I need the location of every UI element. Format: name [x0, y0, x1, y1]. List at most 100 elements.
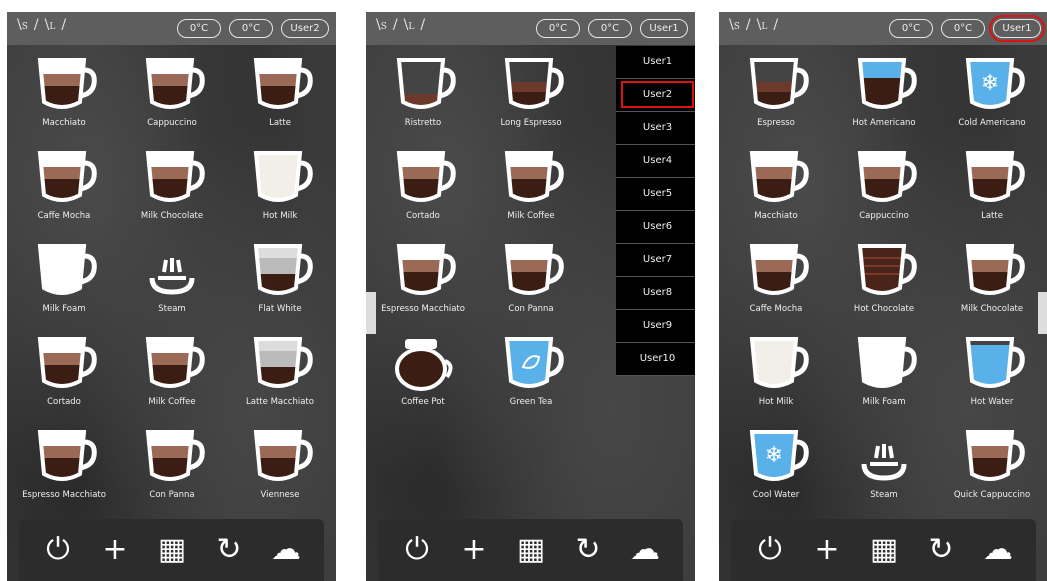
drink-label: Espresso Macchiato — [22, 490, 106, 500]
drink-label: Latte Macchiato — [246, 397, 314, 407]
drink-item[interactable]: Hot Milk — [721, 331, 831, 421]
drink-item[interactable]: Ristretto — [368, 52, 478, 142]
milk-coffee-icon — [117, 331, 227, 393]
cup-size-1-icon[interactable]: \L / — [45, 17, 66, 33]
drink-item[interactable]: Steam — [117, 238, 227, 328]
cup-size-0-icon[interactable]: \S / — [729, 17, 751, 33]
power-icon[interactable]: ⏻ — [751, 531, 789, 569]
drink-label: Hot Water — [970, 397, 1014, 407]
user-option[interactable]: User1 — [616, 46, 695, 79]
prev-page-arrow[interactable] — [366, 292, 376, 334]
drink-item[interactable]: Latte Macchiato — [225, 331, 335, 421]
drink-item[interactable]: Espresso Macchiato — [368, 238, 478, 328]
cup-size-1-icon[interactable]: \L / — [404, 17, 425, 33]
drink-label: Long Espresso — [500, 118, 562, 128]
steam-icon — [829, 424, 939, 486]
top-bar: \S / \L/0°C 0°C User2 — [7, 12, 336, 45]
drink-item[interactable]: Milk Coffee — [117, 331, 227, 421]
drink-item[interactable]: Macchiato — [9, 52, 119, 142]
power-icon[interactable]: ⏻ — [398, 531, 436, 569]
drink-item[interactable]: Espresso — [721, 52, 831, 142]
user-button[interactable]: User1 — [640, 19, 688, 38]
drink-item[interactable]: Hot Water — [937, 331, 1047, 421]
drink-item[interactable]: Long Espresso — [476, 52, 586, 142]
drink-label: Milk Chocolate — [140, 211, 204, 221]
drink-item[interactable]: Con Panna — [117, 424, 227, 514]
temp-2-badge[interactable]: 0°C — [229, 19, 273, 38]
grid-icon[interactable]: ▦ — [153, 531, 191, 569]
rinse-icon[interactable]: ↻ — [210, 531, 248, 569]
cup-size-0-icon[interactable]: \S / — [17, 17, 39, 33]
drink-item[interactable]: Flat White — [225, 238, 335, 328]
drink-label: Milk Foam — [42, 304, 86, 314]
drink-item[interactable]: Cappuccino — [829, 145, 939, 235]
user-button[interactable]: User1 — [989, 15, 1045, 42]
drink-label: Steam — [158, 304, 186, 314]
plus-icon[interactable]: + — [808, 531, 846, 569]
drink-item[interactable]: Milk Chocolate — [117, 145, 227, 235]
plus-icon[interactable]: + — [455, 531, 493, 569]
milk-foam-icon — [829, 331, 939, 393]
user-option[interactable]: User6 — [616, 211, 695, 244]
drink-item[interactable]: Milk Coffee — [476, 145, 586, 235]
drink-item[interactable]: Milk Foam — [829, 331, 939, 421]
cup-size-1-icon[interactable]: \L / — [757, 17, 778, 33]
grid-icon[interactable]: ▦ — [865, 531, 903, 569]
espresso-icon — [721, 52, 831, 114]
drink-item[interactable]: ❄ Cool Water — [721, 424, 831, 514]
user-option[interactable]: User10 — [616, 343, 695, 376]
user-option[interactable]: User8 — [616, 277, 695, 310]
user-option[interactable]: User4 — [616, 145, 695, 178]
drink-item[interactable]: Green Tea — [476, 331, 586, 421]
drink-label: Green Tea — [509, 397, 553, 407]
drink-item[interactable]: Hot Milk — [225, 145, 335, 235]
drink-item[interactable]: Steam — [829, 424, 939, 514]
plus-icon[interactable]: + — [96, 531, 134, 569]
cup-size-selector[interactable]: \S / \L / — [17, 17, 72, 33]
rinse-icon[interactable]: ↻ — [569, 531, 607, 569]
drink-item[interactable]: Hot Chocolate — [829, 238, 939, 328]
drink-item[interactable]: Cortado — [9, 331, 119, 421]
drink-item[interactable]: Coffee Pot — [368, 331, 478, 421]
drink-item[interactable]: ❄ Cold Americano — [937, 52, 1047, 142]
temp-1-badge[interactable]: 0°C — [889, 19, 933, 38]
temp-1-badge[interactable]: 0°C — [177, 19, 221, 38]
drink-item[interactable]: Latte — [225, 52, 335, 142]
clean-icon[interactable]: ☁ — [267, 531, 305, 569]
drink-item[interactable]: Macchiato — [721, 145, 831, 235]
rinse-icon[interactable]: ↻ — [922, 531, 960, 569]
drink-item[interactable]: Milk Chocolate — [937, 238, 1047, 328]
next-page-arrow[interactable] — [1038, 292, 1047, 334]
drink-label: Macchiato — [754, 211, 798, 221]
user-option[interactable]: User5 — [616, 178, 695, 211]
drink-item[interactable]: Viennese — [225, 424, 335, 514]
cup-size-selector[interactable]: \S / \L / — [729, 17, 784, 33]
drink-item[interactable]: Espresso Macchiato — [9, 424, 119, 514]
temp-1-badge[interactable]: 0°C — [536, 19, 580, 38]
power-icon[interactable]: ⏻ — [39, 531, 77, 569]
user-option[interactable]: User7 — [616, 244, 695, 277]
milk-coffee-icon — [476, 145, 586, 207]
user-button[interactable]: User2 — [281, 19, 329, 38]
user-option[interactable]: User9 — [616, 310, 695, 343]
con-panna-icon — [117, 424, 227, 486]
drink-item[interactable]: Latte — [937, 145, 1047, 235]
user-option[interactable]: User2 — [616, 79, 695, 112]
drink-item[interactable]: Caffe Mocha — [721, 238, 831, 328]
temp-2-badge[interactable]: 0°C — [588, 19, 632, 38]
clean-icon[interactable]: ☁ — [626, 531, 664, 569]
grid-icon[interactable]: ▦ — [512, 531, 550, 569]
cup-size-0-icon[interactable]: \S / — [376, 17, 398, 33]
drink-item[interactable]: Cappuccino — [117, 52, 227, 142]
cup-size-selector[interactable]: \S / \L / — [376, 17, 431, 33]
drink-item[interactable]: Hot Americano — [829, 52, 939, 142]
svg-text:❄: ❄ — [765, 443, 783, 468]
drink-item[interactable]: Con Panna — [476, 238, 586, 328]
drink-item[interactable]: Caffe Mocha — [9, 145, 119, 235]
user-option[interactable]: User3 — [616, 112, 695, 145]
drink-item[interactable]: Quick Cappuccino — [937, 424, 1047, 514]
drink-item[interactable]: Cortado — [368, 145, 478, 235]
drink-item[interactable]: Milk Foam — [9, 238, 119, 328]
temp-2-badge[interactable]: 0°C — [941, 19, 985, 38]
clean-icon[interactable]: ☁ — [979, 531, 1017, 569]
